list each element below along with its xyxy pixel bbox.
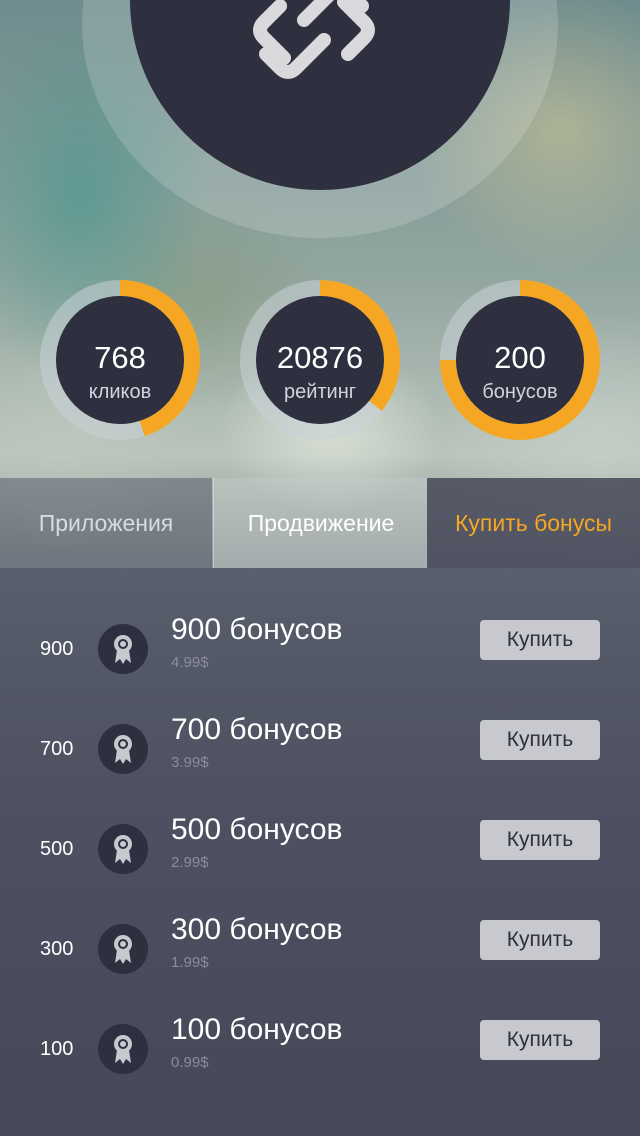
buy-button[interactable]: Купить <box>480 1020 600 1060</box>
tab-promotion[interactable]: Продвижение <box>213 478 428 568</box>
tab-applications[interactable]: Приложения <box>0 478 212 568</box>
bonus-price: 1.99$ <box>171 954 209 971</box>
stat-center: 20876 рейтинг <box>256 296 384 424</box>
bonus-price: 0.99$ <box>171 1054 209 1071</box>
bonus-qty: 700 <box>40 738 74 760</box>
stat-label: кликов <box>88 381 152 403</box>
tab-bar: Приложения Продвижение Купить бонусы <box>0 478 640 568</box>
tab-buy-bonuses[interactable]: Купить бонусы <box>427 478 640 568</box>
bonus-qty: 900 <box>40 638 74 660</box>
award-ribbon-icon <box>98 824 148 874</box>
bonus-price: 2.99$ <box>171 854 209 871</box>
list-item: 300 300 бонусов 1.99$ Купить <box>0 912 640 1012</box>
buy-button[interactable]: Купить <box>480 920 600 960</box>
bonus-title: 700 бонусов <box>171 713 343 746</box>
bonus-price: 3.99$ <box>171 754 209 771</box>
bonus-title: 100 бонусов <box>171 1013 343 1046</box>
stat-value: 768 <box>94 340 146 375</box>
bonus-title: 500 бонусов <box>171 813 343 846</box>
stat-label: бонусов <box>482 381 558 403</box>
award-ribbon-icon <box>98 624 148 674</box>
stat-bonuses: 200 бонусов <box>440 280 600 440</box>
stat-center: 200 бонусов <box>456 296 584 424</box>
buy-button[interactable]: Купить <box>480 720 600 760</box>
stat-rating: 20876 рейтинг <box>240 280 400 440</box>
bonus-qty: 100 <box>40 1038 74 1060</box>
stat-clicks: 768 кликов <box>40 280 200 440</box>
bonus-qty: 500 <box>40 838 74 860</box>
award-ribbon-icon <box>98 724 148 774</box>
stat-label: рейтинг <box>283 381 357 403</box>
list-item: 900 900 бонусов 4.99$ Купить <box>0 612 640 712</box>
bonus-title: 300 бонусов <box>171 913 343 946</box>
award-ribbon-icon <box>98 924 148 974</box>
bonus-qty: 300 <box>40 938 74 960</box>
buy-button[interactable]: Купить <box>480 620 600 660</box>
buy-button[interactable]: Купить <box>480 820 600 860</box>
list-item: 100 100 бонусов 0.99$ Купить <box>0 1012 640 1112</box>
stat-center: 768 кликов <box>56 296 184 424</box>
chain-link-icon <box>253 0 375 79</box>
stat-value: 20876 <box>276 340 364 375</box>
bonus-price: 4.99$ <box>171 654 209 671</box>
list-item: 500 500 бонусов 2.99$ Купить <box>0 812 640 912</box>
list-item: 700 700 бонусов 3.99$ Купить <box>0 712 640 812</box>
award-ribbon-icon <box>98 1024 148 1074</box>
stat-value: 200 <box>494 340 546 375</box>
bonus-title: 900 бонусов <box>171 613 343 646</box>
